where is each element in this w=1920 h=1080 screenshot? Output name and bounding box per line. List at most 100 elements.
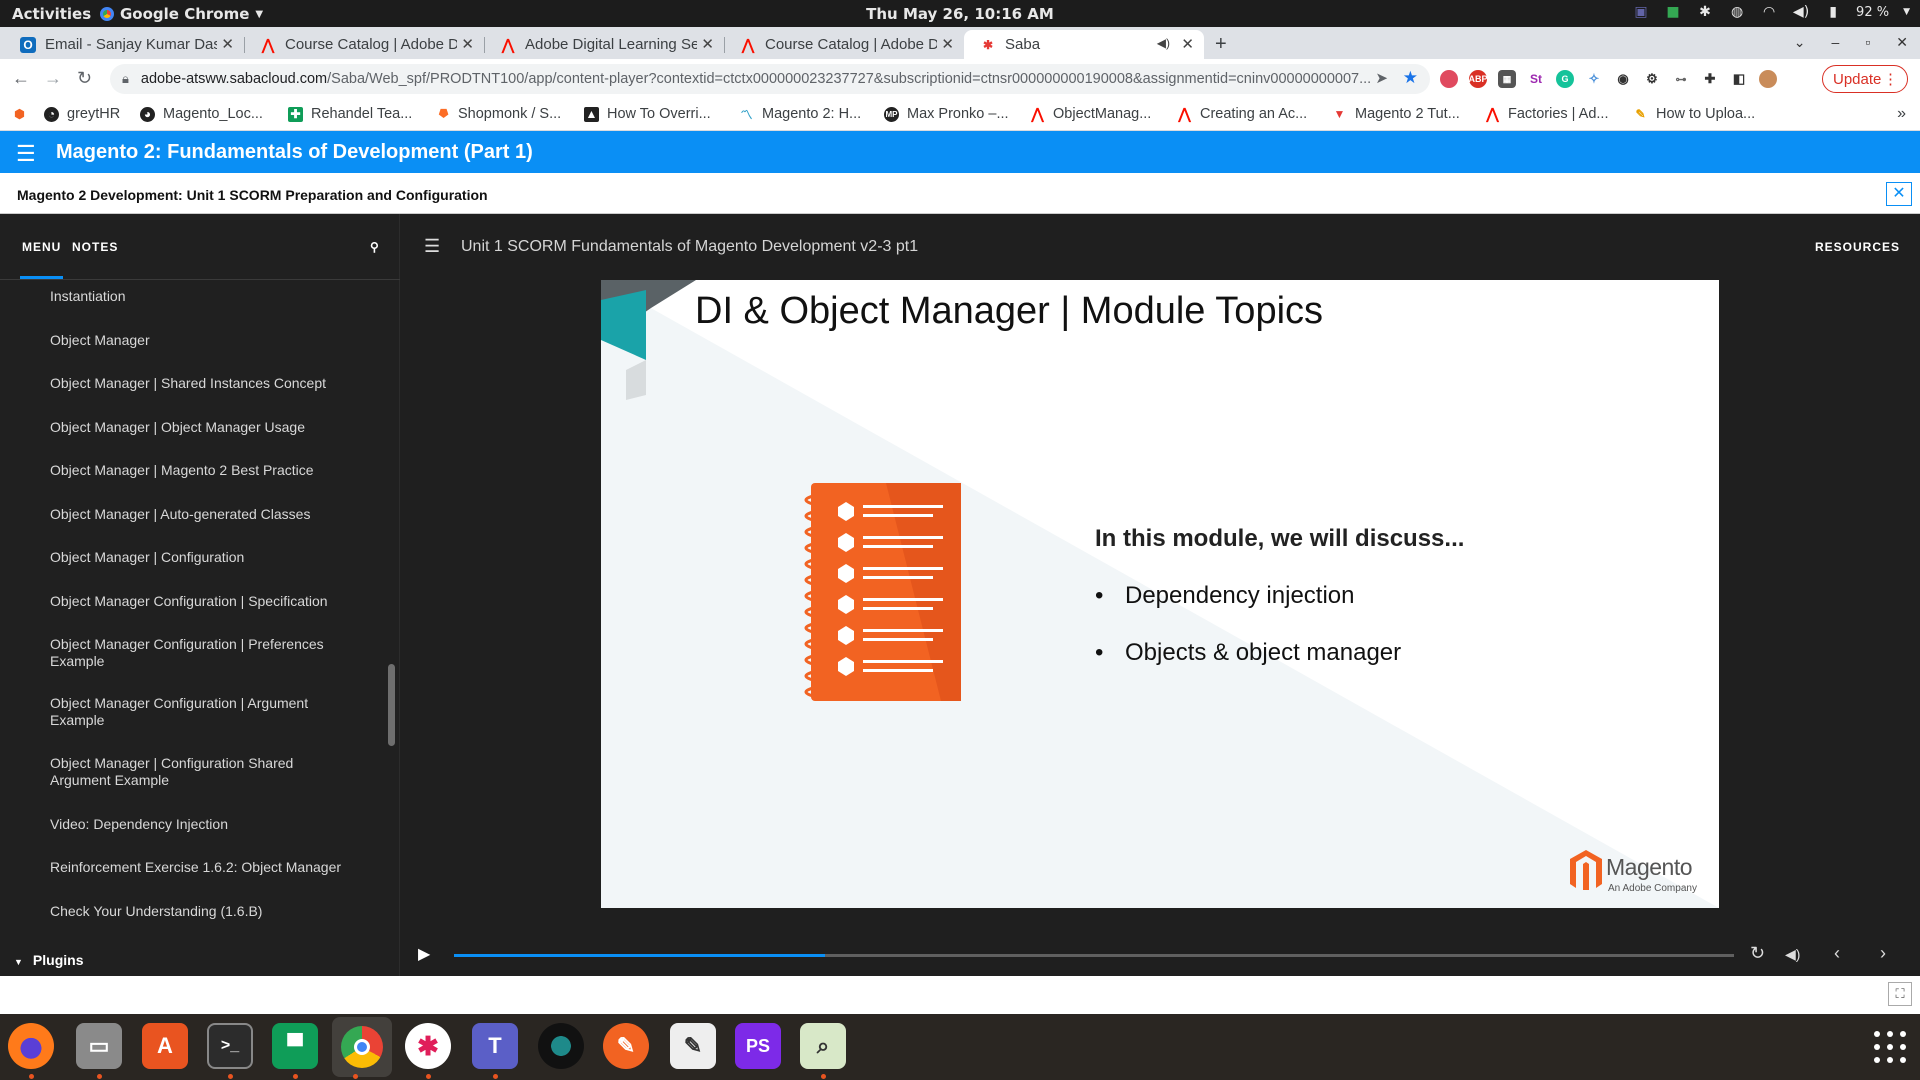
vpn-globe-icon[interactable]: ◍: [1728, 3, 1746, 21]
teams-icon[interactable]: T: [472, 1023, 518, 1069]
terminal-icon[interactable]: >_: [207, 1023, 253, 1069]
previous-slide-icon[interactable]: ‹: [1834, 943, 1840, 964]
tab-course-catalog[interactable]: ⋀ Course Catalog | Adobe Di ✕: [244, 30, 485, 59]
more-bookmarks-icon[interactable]: »: [1897, 105, 1906, 123]
next-slide-icon[interactable]: ›: [1880, 943, 1886, 964]
close-icon[interactable]: ✕: [461, 35, 474, 53]
close-player-button[interactable]: ✕: [1886, 182, 1912, 206]
menu-item[interactable]: Object Manager Configuration | Preferenc…: [50, 636, 350, 670]
bookmark-star-icon[interactable]: ★: [1403, 68, 1418, 88]
address-bar[interactable]: 🔒︎ adobe-atsww.sabacloud.com/Saba/Web_sp…: [110, 64, 1430, 94]
adblock-icon[interactable]: ABP: [1469, 70, 1488, 88]
menu-item[interactable]: Object Manager | Magento 2 Best Practice: [50, 462, 350, 479]
tab-menu[interactable]: MENU: [22, 240, 61, 254]
forward-icon[interactable]: →: [44, 68, 62, 89]
chat-tray-icon[interactable]: ■: [1664, 3, 1682, 21]
menu-item[interactable]: Object Manager: [50, 332, 350, 349]
new-tab-button[interactable]: +: [1215, 33, 1227, 56]
bookmark-item[interactable]: ◕ Magento_Loc...: [140, 106, 263, 122]
close-icon[interactable]: ✕: [1181, 35, 1194, 53]
send-tab-icon[interactable]: ➤: [1375, 69, 1388, 87]
bookmark-item[interactable]: ◔ greytHR: [44, 106, 120, 122]
bookmark-label: Factories | Ad...: [1508, 106, 1609, 122]
replay-icon[interactable]: ↻: [1750, 943, 1765, 964]
files-icon[interactable]: ▭: [76, 1023, 122, 1069]
tab-notes[interactable]: NOTES: [72, 240, 118, 254]
menu-item[interactable]: Reinforcement Exercise 1.6.2: Object Man…: [50, 859, 350, 876]
bookmark-item[interactable]: ▼ Magento 2 Tut...: [1332, 106, 1460, 122]
close-icon[interactable]: ✕: [221, 35, 234, 53]
reload-icon[interactable]: ↻: [77, 68, 92, 89]
st-extension-icon[interactable]: St: [1527, 70, 1545, 88]
bookmark-item[interactable]: ✎ How to Uploa...: [1633, 106, 1755, 122]
minimize-icon[interactable]: –: [1832, 34, 1840, 51]
search-icon[interactable]: ⚲: [370, 240, 380, 254]
update-button[interactable]: Update ⋮: [1822, 65, 1908, 93]
extensions-puzzle-icon[interactable]: ✚: [1701, 70, 1719, 88]
progress-bar[interactable]: [454, 954, 1734, 957]
resources-button[interactable]: RESOURCES: [1815, 240, 1900, 254]
phpstorm-icon[interactable]: PS: [735, 1023, 781, 1069]
menu-item[interactable]: Object Manager | Object Manager Usage: [50, 419, 350, 436]
show-applications-button[interactable]: [1874, 1031, 1906, 1063]
close-window-icon[interactable]: ✕: [1896, 34, 1908, 51]
bookmark-item[interactable]: ⯂ Shopmonk / S...: [435, 106, 561, 122]
hamburger-menu-icon[interactable]: ☰: [16, 141, 36, 167]
section-plugins[interactable]: ▼ Plugins: [14, 952, 83, 968]
system-tray[interactable]: ▣ ■ ✱ ◍ ◠ ◀) ▮ 92 % ▼: [1632, 3, 1910, 21]
volume-icon[interactable]: ◀): [1785, 946, 1800, 963]
link-extension-icon[interactable]: ⊶: [1672, 70, 1690, 88]
bookmark-item[interactable]: ✚ Rehandel Tea...: [288, 106, 412, 122]
chrome-icon[interactable]: [332, 1017, 392, 1077]
chat-icon[interactable]: ▀: [272, 1023, 318, 1069]
sidebar-scrollbar[interactable]: [388, 664, 395, 746]
tab-email[interactable]: O Email - Sanjay Kumar Das ✕: [4, 30, 245, 59]
bookmark-item[interactable]: MP Max Pronko –...: [884, 106, 1009, 122]
grammarly-icon[interactable]: G: [1556, 70, 1574, 88]
menu-item[interactable]: Object Manager | Configuration Shared Ar…: [50, 755, 350, 789]
bookmark-item[interactable]: ▲ How To Overri...: [584, 106, 711, 122]
pen-icon[interactable]: ✎: [603, 1023, 649, 1069]
play-icon[interactable]: ▶: [418, 944, 430, 964]
tab-adobe-digital-learning[interactable]: ⋀ Adobe Digital Learning Se ✕: [484, 30, 725, 59]
text-editor-icon[interactable]: ✎: [670, 1023, 716, 1069]
side-panel-icon[interactable]: ◧: [1730, 70, 1748, 88]
calendar-extension-icon[interactable]: ▦: [1498, 70, 1516, 88]
menu-item[interactable]: Instantiation: [50, 288, 350, 305]
bookmark-magento-icon-only[interactable]: ⬢: [12, 106, 35, 121]
bookmark-item[interactable]: ⋀ ObjectManag...: [1030, 106, 1151, 123]
puzzle-extension-icon[interactable]: ✧: [1585, 70, 1603, 88]
document-viewer-icon[interactable]: ⌕: [800, 1023, 846, 1069]
gear-extension-icon[interactable]: ⚙: [1643, 70, 1661, 88]
menu-item[interactable]: Object Manager Configuration | Argument …: [50, 695, 350, 729]
menu-item[interactable]: Object Manager | Auto-generated Classes: [50, 506, 350, 523]
slack-icon[interactable]: ✱: [405, 1023, 451, 1069]
camera-extension-icon[interactable]: ◉: [1614, 70, 1632, 88]
toc-menu-icon[interactable]: ☰: [424, 236, 440, 257]
menu-item[interactable]: Object Manager Configuration | Specifica…: [50, 593, 350, 610]
menu-item[interactable]: Object Manager | Configuration: [50, 549, 350, 566]
tab-saba[interactable]: ✱ Saba ◀) ✕: [964, 30, 1204, 59]
software-center-icon[interactable]: A: [142, 1023, 188, 1069]
close-icon[interactable]: ✕: [701, 35, 714, 53]
menu-item[interactable]: Video: Dependency Injection: [50, 816, 350, 833]
bookmark-item[interactable]: ⋀ Creating an Ac...: [1177, 106, 1307, 123]
bookmark-item[interactable]: ⋀ Factories | Ad...: [1485, 106, 1609, 123]
tab-course-catalog-2[interactable]: ⋀ Course Catalog | Adobe Di ✕: [724, 30, 964, 59]
teams-tray-icon[interactable]: ▣: [1632, 3, 1650, 21]
restore-icon[interactable]: ▫: [1865, 34, 1870, 51]
extension-heart-icon[interactable]: [1440, 70, 1458, 88]
bookmark-item[interactable]: 〽 Magento 2: H...: [739, 106, 861, 122]
menu-item[interactable]: Object Manager | Shared Instances Concep…: [50, 375, 350, 392]
lock-icon[interactable]: 🔒︎: [122, 71, 129, 87]
menu-item[interactable]: Check Your Understanding (1.6.B): [50, 903, 350, 920]
speaker-icon[interactable]: ◀): [1157, 36, 1170, 50]
tab-search-icon[interactable]: ⌄: [1794, 34, 1806, 51]
slack-tray-icon[interactable]: ✱: [1696, 3, 1714, 21]
close-icon[interactable]: ✕: [941, 35, 954, 53]
firefox-icon[interactable]: [8, 1023, 54, 1069]
avatar[interactable]: [1759, 70, 1777, 88]
camera-icon[interactable]: [538, 1023, 584, 1069]
fullscreen-icon[interactable]: ⛶: [1888, 982, 1912, 1006]
back-icon[interactable]: ←: [12, 68, 30, 89]
